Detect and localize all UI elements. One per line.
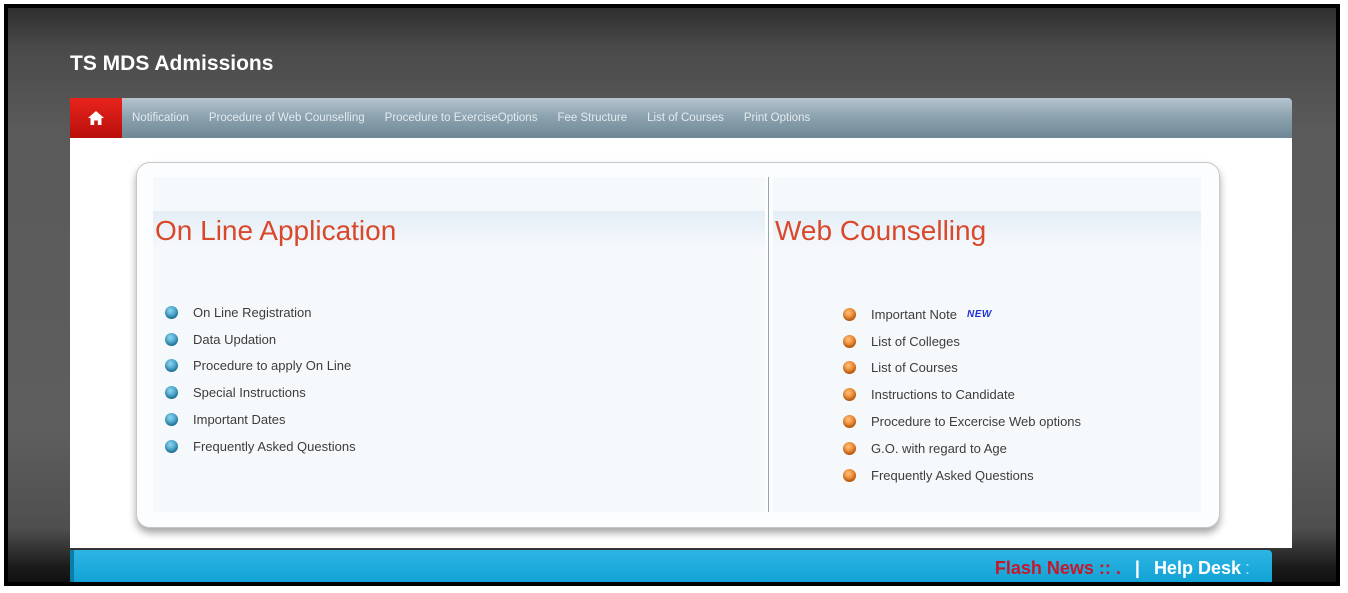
bullet-icon: [843, 388, 856, 402]
bullet-icon: [165, 413, 178, 427]
link-label: Special Instructions: [193, 385, 306, 401]
link-go-age[interactable]: G.O. with regard to Age: [843, 435, 1081, 462]
bullet-icon: [843, 307, 856, 321]
bullet-icon: [165, 332, 178, 346]
link-label: Instructions to Candidate: [871, 387, 1015, 403]
help-desk-colon: :: [1244, 557, 1250, 578]
online-application-links: On Line Registration Data Updation Proce…: [165, 299, 356, 460]
bullet-icon: [843, 334, 856, 348]
news-bar: Flash News :: . | Help Desk :: [70, 550, 1272, 582]
content-area: On Line Application On Line Registration…: [70, 138, 1292, 548]
link-procedure-apply-online[interactable]: Procedure to apply On Line: [165, 353, 356, 380]
bullet-icon: [165, 439, 178, 453]
bullet-icon: [843, 441, 856, 455]
link-list-of-courses[interactable]: List of Courses: [843, 355, 1081, 382]
online-application-title: On Line Application: [155, 215, 397, 246]
nav-list-of-courses[interactable]: List of Courses: [647, 112, 724, 124]
link-online-registration[interactable]: On Line Registration: [165, 299, 356, 326]
nav-procedure-exercise-options[interactable]: Procedure to ExerciseOptions: [385, 112, 538, 124]
web-counselling-section: Web Counselling Important Note NEW List o…: [773, 177, 1201, 512]
bullet-icon: [843, 415, 856, 429]
bullet-icon: [843, 361, 856, 375]
help-desk-link[interactable]: Help Desk: [1154, 558, 1241, 579]
link-label: G.O. with regard to Age: [871, 440, 1007, 456]
web-counselling-links: Important Note NEW List of Colleges List …: [843, 301, 1081, 489]
web-counselling-title: Web Counselling: [775, 215, 987, 246]
link-label: Frequently Asked Questions: [871, 467, 1034, 483]
link-faq-online[interactable]: Frequently Asked Questions: [165, 433, 356, 460]
bullet-icon: [843, 468, 856, 482]
bullet-icon: [165, 305, 178, 319]
news-bar-right: Flash News :: . | Help Desk :: [995, 550, 1250, 582]
main-panel: On Line Application On Line Registration…: [136, 162, 1220, 528]
link-data-updation[interactable]: Data Updation: [165, 326, 356, 353]
link-label: List of Courses: [871, 360, 958, 376]
online-application-section: On Line Application On Line Registration…: [153, 177, 765, 512]
link-label: Procedure to Excercise Web options: [871, 414, 1082, 430]
page-frame: TS MDS Admissions Notification Procedure…: [4, 4, 1340, 586]
flash-news-link[interactable]: Flash News :: .: [995, 558, 1121, 579]
home-icon: [88, 111, 104, 125]
link-special-instructions[interactable]: Special Instructions: [165, 379, 356, 406]
link-instructions-candidate[interactable]: Instructions to Candidate: [843, 381, 1081, 408]
link-label: Frequently Asked Questions: [193, 438, 356, 454]
link-label: Important Note: [871, 306, 957, 322]
nav-fee-structure[interactable]: Fee Structure: [557, 112, 627, 124]
main-navbar: Notification Procedure of Web Counsellin…: [70, 98, 1292, 138]
link-list-of-colleges[interactable]: List of Colleges: [843, 328, 1081, 355]
nav-procedure-web-counselling[interactable]: Procedure of Web Counselling: [209, 112, 365, 124]
link-label: List of Colleges: [871, 333, 960, 349]
nav-menu: Notification Procedure of Web Counsellin…: [132, 98, 830, 138]
news-separator: |: [1134, 557, 1140, 578]
link-label: On Line Registration: [193, 304, 312, 320]
link-label: Data Updation: [193, 331, 277, 347]
home-button[interactable]: [70, 98, 122, 138]
new-badge-icon: NEW: [967, 308, 992, 320]
link-procedure-web-options[interactable]: Procedure to Excercise Web options: [843, 408, 1081, 435]
column-divider: [768, 177, 769, 512]
link-important-dates[interactable]: Important Dates: [165, 406, 356, 433]
nav-print-options[interactable]: Print Options: [744, 112, 810, 124]
bullet-icon: [165, 359, 178, 373]
link-faq-counselling[interactable]: Frequently Asked Questions: [843, 462, 1081, 489]
nav-notification[interactable]: Notification: [132, 112, 189, 124]
link-important-note[interactable]: Important Note NEW: [843, 301, 1081, 328]
link-label: Procedure to apply On Line: [193, 358, 352, 374]
link-label: Important Dates: [193, 412, 286, 428]
site-title: TS MDS Admissions: [70, 52, 274, 75]
bullet-icon: [165, 386, 178, 400]
